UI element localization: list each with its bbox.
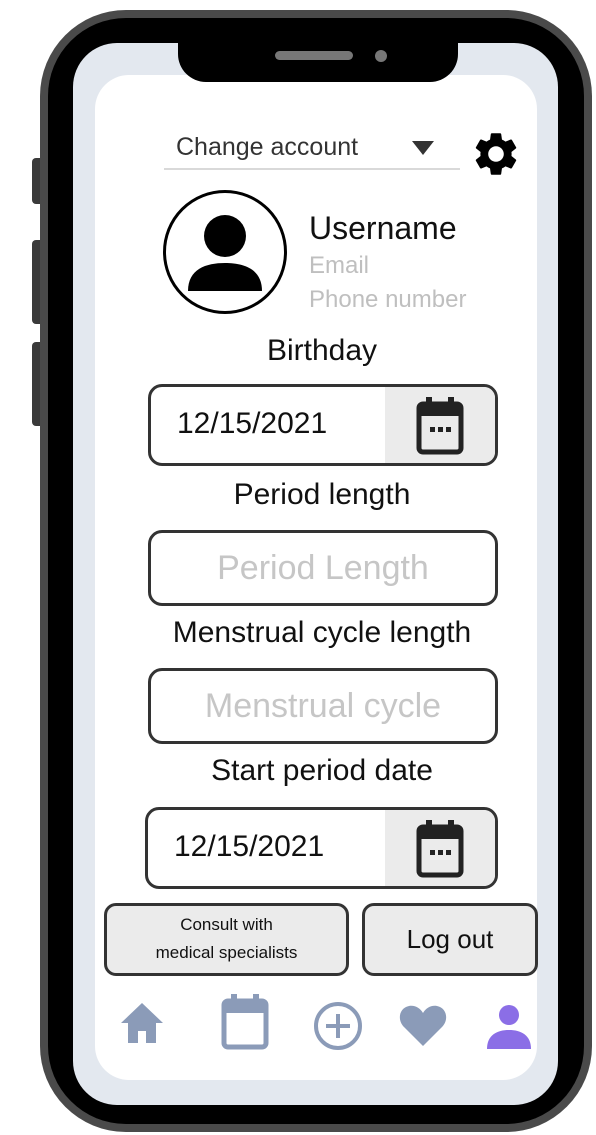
speaker-grille bbox=[275, 51, 353, 60]
chevron-down-icon bbox=[412, 141, 434, 155]
start-period-date-value: 12/15/2021 bbox=[174, 830, 325, 863]
start-period-label: Start period date bbox=[211, 754, 433, 787]
gear-icon[interactable] bbox=[470, 128, 522, 180]
consult-specialists-button[interactable]: Consult with medical specialists bbox=[104, 903, 349, 976]
logout-button[interactable]: Log out bbox=[362, 903, 538, 976]
birthday-label: Birthday bbox=[266, 334, 378, 367]
birthday-calendar-button[interactable] bbox=[385, 387, 495, 463]
home-icon[interactable] bbox=[118, 1000, 166, 1046]
front-camera bbox=[375, 50, 387, 62]
change-account-label: Change account bbox=[176, 133, 359, 161]
consult-button-line1: Consult with bbox=[180, 915, 273, 934]
calendar-icon bbox=[416, 820, 464, 878]
start-period-date-field[interactable]: 12/15/2021 bbox=[145, 807, 498, 889]
logout-button-label: Log out bbox=[406, 924, 494, 954]
consult-button-line2: medical specialists bbox=[155, 943, 298, 962]
username-text: Username bbox=[309, 210, 457, 246]
phone-notch bbox=[178, 42, 458, 82]
phone-number-text: Phone number bbox=[309, 286, 467, 313]
cycle-length-input[interactable] bbox=[148, 668, 498, 744]
add-circle-icon[interactable] bbox=[312, 1000, 364, 1052]
calendar-icon[interactable] bbox=[219, 992, 271, 1052]
email-text: Email bbox=[309, 252, 370, 279]
user-avatar-icon[interactable] bbox=[163, 190, 287, 314]
heart-icon[interactable] bbox=[398, 1002, 448, 1048]
start-period-calendar-button[interactable] bbox=[385, 810, 495, 886]
profile-icon[interactable] bbox=[485, 1003, 533, 1051]
period-length-label: Period length bbox=[233, 478, 411, 511]
change-account-dropdown[interactable]: Change account bbox=[164, 130, 460, 170]
birthday-date-field[interactable]: 12/15/2021 bbox=[148, 384, 498, 466]
birthday-date-value: 12/15/2021 bbox=[177, 407, 328, 440]
cycle-length-label: Menstrual cycle length bbox=[172, 616, 472, 649]
calendar-icon bbox=[416, 397, 464, 455]
period-length-input[interactable] bbox=[148, 530, 498, 606]
